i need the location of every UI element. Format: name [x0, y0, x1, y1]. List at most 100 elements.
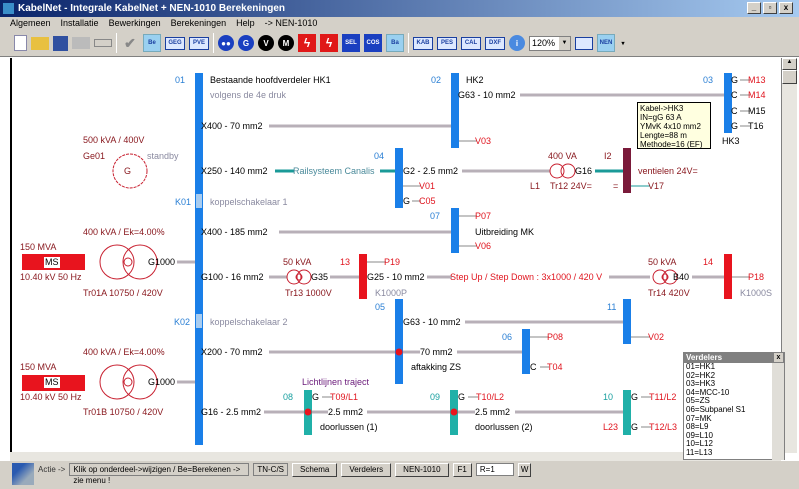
circuit-label[interactable]: T04 [547, 362, 563, 373]
nen-button[interactable]: NEN [597, 34, 615, 52]
window-icon[interactable] [575, 36, 593, 50]
menu-bewerkingen[interactable]: Bewerkingen [109, 17, 161, 30]
circuit-label[interactable]: P19 [384, 257, 400, 268]
circuit-label[interactable]: V06 [475, 241, 491, 252]
ms-label[interactable]: MS [44, 257, 60, 268]
verdelers-title: Verdelers [686, 353, 723, 362]
cable-label[interactable]: X200 - 70 mm2 [201, 347, 263, 358]
circuit-label[interactable]: T11/L2 [649, 392, 676, 403]
ms-label[interactable]: MS [44, 377, 60, 388]
stepup-label[interactable]: Step Up / Step Down : 3x1000 / 420 V [450, 272, 602, 283]
k01-label[interactable]: koppelschakelaar 1 [210, 197, 288, 208]
circuit-label[interactable]: P08 [547, 332, 563, 343]
verdelers-scrollbar[interactable] [772, 363, 784, 460]
cal-button[interactable]: CAL [461, 36, 481, 50]
pes-button[interactable]: PES [437, 36, 457, 50]
f1-button[interactable]: F1 [452, 463, 472, 477]
circuit-label[interactable]: V03 [475, 136, 491, 147]
circuit-label[interactable]: M13 [748, 75, 766, 86]
w-button[interactable]: W [517, 463, 532, 477]
cable-label[interactable]: G2 - 2.5 mm2 [403, 166, 458, 177]
circuit-label[interactable]: C05 [419, 196, 436, 207]
lightning-icon[interactable]: ϟ [320, 34, 338, 52]
cable-label[interactable]: G100 - 16 mm2 [201, 272, 264, 283]
circuit-label[interactable]: T10/L2 [476, 392, 504, 403]
cable-tooltip: Kabel->HK3 IN=gG 63 A YMvK 4x10 mm2 Lengte=… [637, 102, 711, 149]
new-file-icon[interactable] [14, 35, 27, 51]
verdeler-item[interactable]: 11=L13 [684, 448, 784, 458]
lightning-icon[interactable]: ϟ [298, 34, 316, 52]
cable-label[interactable]: G63 - 10 mm2 [458, 90, 516, 101]
cable-label[interactable]: 70 mm2 [420, 347, 453, 358]
close-button[interactable]: x [779, 2, 793, 14]
tr13-name[interactable]: Tr13 1000V [285, 288, 332, 299]
scroll-thumb[interactable] [782, 70, 797, 84]
open-folder-icon[interactable] [31, 36, 49, 50]
be-button[interactable]: Be [143, 34, 161, 52]
r-input[interactable]: R=1 [475, 463, 514, 476]
chevron-down-icon[interactable]: ▼ [559, 36, 570, 50]
save-icon[interactable] [53, 35, 68, 51]
pve-button[interactable]: PVE [189, 36, 209, 50]
horizontal-scrollbar[interactable] [10, 452, 781, 461]
schema-button[interactable]: Schema [292, 463, 338, 477]
ba-button[interactable]: Ba [386, 34, 404, 52]
zoom-select[interactable]: 120% ▼ [529, 35, 571, 51]
cos-button[interactable]: COS [364, 34, 382, 52]
cable-label[interactable]: X400 - 70 mm2 [201, 121, 263, 132]
m-button[interactable]: M [278, 35, 294, 51]
circuit-label[interactable]: P07 [475, 211, 491, 222]
circuit-label[interactable]: V01 [419, 181, 435, 192]
cable-label[interactable]: 2.5 mm2 [475, 407, 510, 418]
circuit-label[interactable]: M15 [748, 106, 766, 117]
k02-label[interactable]: koppelschakelaar 2 [210, 317, 288, 328]
kab-button[interactable]: KAB [413, 36, 433, 50]
cable-label[interactable]: X250 - 140 mm2 [201, 166, 268, 177]
menu-berekeningen[interactable]: Berekeningen [171, 17, 227, 30]
sel-button[interactable]: SEL [342, 34, 360, 52]
link-icon[interactable]: ●● [218, 35, 234, 51]
scroll-up-icon[interactable]: ▲ [782, 58, 797, 70]
verdelers-button[interactable]: Verdelers [341, 463, 392, 477]
circuit-label[interactable]: T09/L1 [330, 392, 358, 403]
generator-symbol-label[interactable]: G [124, 166, 131, 177]
cable-label[interactable]: G63 - 10 mm2 [403, 317, 461, 328]
geg-button[interactable]: GEG [165, 36, 185, 50]
dxf-button[interactable]: DXF [485, 36, 505, 50]
tr12-name[interactable]: Tr12 24V= [550, 181, 592, 192]
check-icon[interactable]: ✔ [121, 34, 139, 52]
circuit-label[interactable]: P18 [748, 272, 764, 283]
junction-dot [395, 348, 403, 356]
tr01a-name[interactable]: Tr01A 10750 / 420V [83, 288, 163, 299]
menu-help[interactable]: Help [236, 17, 255, 30]
circuit-label[interactable]: V17 [648, 181, 664, 192]
bus-03-name: HK3 [722, 136, 740, 146]
bus-02 [451, 73, 459, 148]
cable-label[interactable]: G16 - 2.5 mm2 [201, 407, 261, 418]
minimize-button[interactable]: _ [747, 2, 761, 14]
tr01b-name[interactable]: Tr01B 10750 / 420V [83, 407, 163, 418]
print-icon[interactable] [72, 37, 90, 49]
menu-algemeen[interactable]: Algemeen [10, 17, 51, 30]
window-title: KabelNet - Integrale KabelNet + NEN-1010… [18, 3, 286, 14]
menu-nen1010[interactable]: -> NEN-1010 [265, 17, 318, 30]
maximize-button[interactable]: ▫ [763, 2, 777, 14]
circuit-label[interactable]: T12/L3 [649, 422, 677, 433]
info-icon[interactable]: i [509, 35, 525, 51]
cable-label[interactable]: 2.5 mm2 [328, 407, 363, 418]
circuit-label[interactable]: V02 [648, 332, 664, 343]
dropdown-arrow-icon[interactable]: ▾ [619, 34, 627, 52]
cable-label[interactable]: G25 - 10 mm2 [367, 272, 425, 283]
rail-label[interactable]: Railsysteem Canalis [293, 166, 375, 177]
cable-label[interactable]: X400 - 185 mm2 [201, 227, 268, 238]
nen1010-button[interactable]: NEN-1010 [395, 463, 449, 477]
preview-icon[interactable] [94, 39, 112, 47]
circuit-label[interactable]: M14 [748, 90, 766, 101]
v-button[interactable]: V [258, 35, 274, 51]
menu-installatie[interactable]: Installatie [61, 17, 99, 30]
close-icon[interactable]: x [774, 353, 783, 362]
tr14-name[interactable]: Tr14 420V [648, 288, 690, 299]
g-button[interactable]: G [238, 35, 254, 51]
circuit-label[interactable]: T16 [748, 121, 764, 132]
verdelers-panel: Verdelers x 01=HK1 02=HK2 03=HK3 04=MCC-10 05… [683, 352, 785, 460]
